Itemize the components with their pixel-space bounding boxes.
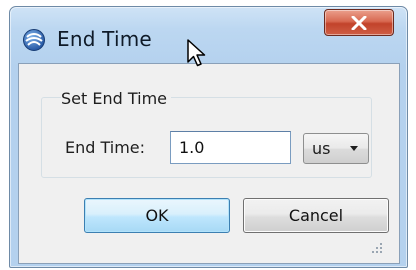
x-close-icon xyxy=(351,15,367,30)
resize-grip-icon[interactable] xyxy=(369,242,383,254)
cancel-button[interactable]: Cancel xyxy=(243,198,389,233)
end-time-input[interactable] xyxy=(170,131,291,164)
end-time-label: End Time: xyxy=(65,138,146,157)
mouse-pointer-icon xyxy=(187,39,206,67)
close-button[interactable] xyxy=(324,9,394,36)
unit-dropdown[interactable]: us xyxy=(303,133,369,164)
ok-button[interactable]: OK xyxy=(84,198,230,233)
chevron-down-icon xyxy=(350,146,358,151)
globe-app-icon xyxy=(23,29,45,51)
unit-selected-value: us xyxy=(312,139,331,158)
groupbox-label: Set End Time xyxy=(61,89,172,108)
window-title: End Time xyxy=(57,27,152,51)
